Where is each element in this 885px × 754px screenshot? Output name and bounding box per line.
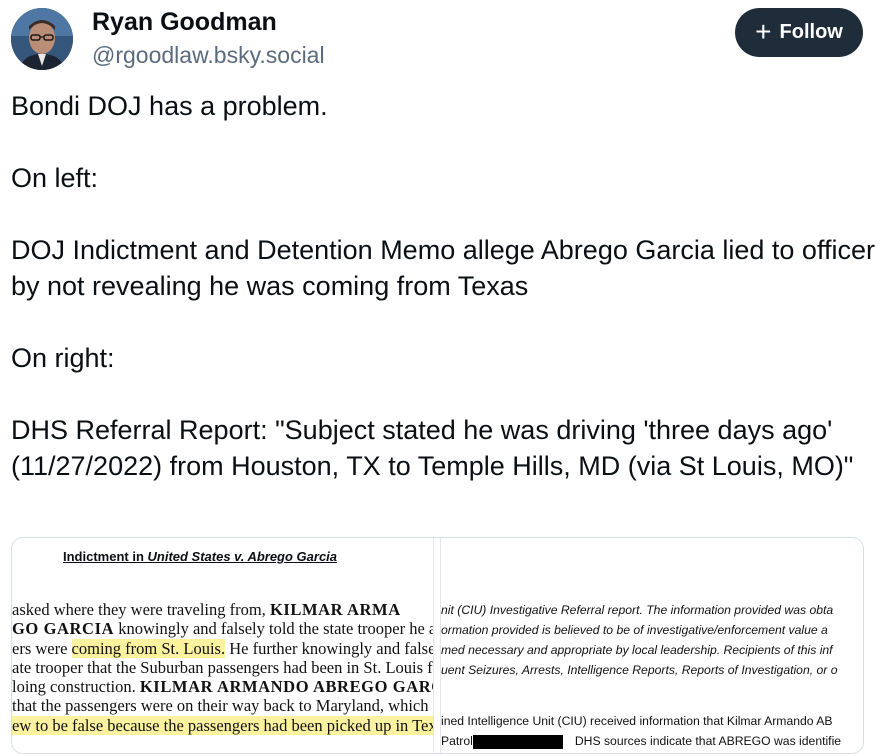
follow-label: Follow	[779, 21, 843, 43]
post-paragraph: On right:	[11, 343, 115, 373]
highlighted-text: ew to be false because the passengers ha…	[12, 715, 433, 735]
post-paragraph: Bondi DOJ has a problem.	[11, 91, 328, 121]
plus-icon: +	[755, 15, 772, 47]
post-text: Bondi DOJ has a problem. On left: DOJ In…	[11, 88, 875, 484]
referral-body-text: ined Intelligence Unit (CIU) received in…	[441, 714, 842, 749]
post-media[interactable]: Indictment in United States v. Abrego Ga…	[11, 537, 864, 754]
post-paragraph: On left:	[11, 163, 99, 193]
legal-line: loing construction. KILMAR ARMANDO ABREG…	[12, 677, 433, 697]
legal-line: asked where they were traveling from, KI…	[12, 600, 401, 619]
author-name[interactable]: Ryan Goodman	[92, 8, 277, 37]
legal-line: ate trooper that the Suburban passengers…	[12, 657, 433, 677]
legal-line: ew to be false because the passengers ha…	[12, 715, 433, 735]
indictment-image[interactable]: Indictment in United States v. Abrego Ga…	[12, 538, 433, 753]
referral-disclaimer-text: nit (CIU) Investigative Referral report.…	[441, 603, 838, 677]
redaction-box	[472, 734, 563, 749]
post-paragraph: DHS Referral Report: "Subject stated he …	[11, 415, 854, 481]
avatar[interactable]	[11, 8, 73, 70]
legal-line: ers were coming from St. Louis. He furth…	[12, 638, 433, 658]
legal-line: GO GARCIA knowingly and falsely told the…	[12, 619, 433, 639]
dhs-referral-image[interactable]: nit (CIU) Investigative Referral report.…	[441, 538, 863, 753]
avatar-image	[11, 8, 73, 70]
image-divider	[433, 538, 441, 753]
indictment-title: Indictment in United States v. Abrego Ga…	[63, 549, 338, 564]
legal-line: that the passengers were on their way ba…	[12, 696, 429, 716]
indictment-text: asked where they were traveling from, KI…	[12, 600, 433, 735]
author-handle[interactable]: @rgoodlaw.bsky.social	[92, 42, 325, 69]
highlighted-text: coming from St. Louis.	[71, 638, 226, 658]
follow-button[interactable]: + Follow	[735, 8, 863, 57]
post-paragraph: DOJ Indictment and Detention Memo allege…	[11, 235, 875, 301]
